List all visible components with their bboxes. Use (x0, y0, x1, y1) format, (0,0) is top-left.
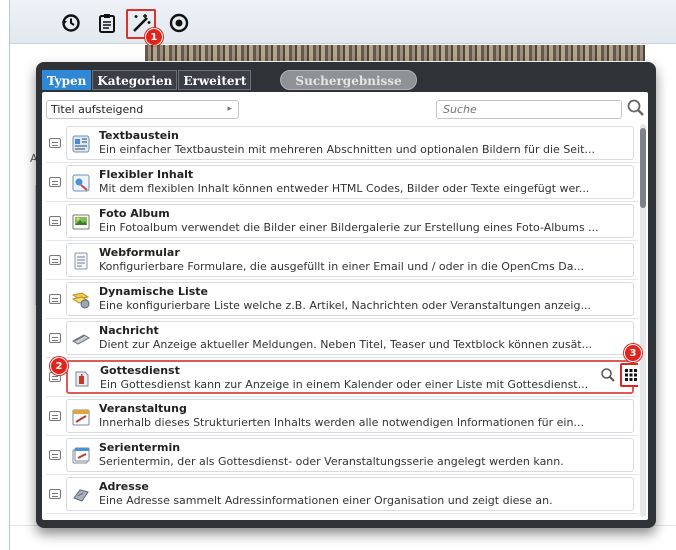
tab-erweitert[interactable]: Erweitert (178, 70, 252, 90)
item-description: Ein einfacher Textbaustein mit mehreren … (99, 143, 595, 156)
clipboard-button[interactable] (94, 10, 120, 36)
item-card[interactable]: Textbaustein Ein einfacher Textbaustein … (66, 126, 634, 160)
item-description: Eine Adresse sammelt Adressinformationen… (99, 494, 553, 507)
list-item[interactable]: Foto Album Ein Fotoalbum verwendet die B… (46, 202, 638, 241)
service-icon (75, 371, 89, 387)
drag-handle-icon[interactable] (49, 177, 61, 187)
drag-handle-icon[interactable] (49, 411, 61, 421)
item-title: Veranstaltung (99, 402, 187, 415)
drag-handle-icon[interactable] (49, 450, 61, 460)
callout-marker-3: 3 (624, 344, 642, 362)
circle-target-icon (169, 13, 189, 33)
item-card[interactable]: Dynamische Liste Eine konfigurierbare Li… (66, 282, 634, 316)
scrollbar-thumb[interactable] (640, 128, 646, 208)
news-icon (72, 334, 90, 345)
clipboard-icon (99, 14, 115, 33)
item-description: Ein Fotoalbum verwendet die Bilder einer… (99, 221, 599, 234)
drag-handle-icon[interactable] (49, 489, 61, 499)
tab-kategorien[interactable]: Kategorien (92, 70, 178, 90)
item-card[interactable]: Adresse Eine Adresse sammelt Adressinfor… (66, 477, 634, 511)
list-item[interactable]: Webformular Konfigurierbare Formulare, d… (46, 241, 638, 280)
list-item[interactable]: Adresse Eine Adresse sammelt Adressinfor… (46, 475, 638, 514)
content-type-list: Textbaustein Ein einfacher Textbaustein … (46, 124, 638, 517)
webform-icon (74, 252, 88, 270)
item-card[interactable]: Serientermin Serientermin, der als Gotte… (66, 438, 634, 472)
item-title: Serientermin (99, 441, 181, 454)
item-card[interactable]: Flexibler Inhalt Mit dem flexiblen Inhal… (66, 165, 634, 199)
tab-typen[interactable]: Typen (42, 70, 92, 90)
dynamic-list-icon (72, 292, 90, 309)
callout-marker-1: 1 (145, 28, 163, 46)
list-item[interactable]: Veranstaltung Innerhalb dieses Strukturi… (46, 397, 638, 436)
series-event-icon (72, 447, 90, 464)
list-item[interactable]: Flexibler Inhalt Mit dem flexiblen Inhal… (46, 163, 638, 202)
sort-select[interactable]: Titel aufsteigend ▸ (46, 100, 239, 119)
photo-album-icon (72, 214, 90, 230)
tab-suchergebnisse[interactable]: Suchergebnisse (280, 70, 417, 90)
search-button[interactable] (626, 98, 646, 121)
item-description: Innerhalb dieses Strukturierten Inhalts … (99, 416, 584, 429)
item-card[interactable]: Webformular Konfigurierbare Formulare, d… (66, 243, 634, 277)
grid-menu-button[interactable] (620, 363, 638, 387)
item-description: Mit dem flexiblen Inhalt können entweder… (99, 182, 590, 195)
chevron-right-icon: ▸ (227, 104, 232, 114)
item-description: Konfigurierbare Formulare, die ausgefüll… (99, 260, 584, 273)
item-description: Serientermin, der als Gottesdienst- oder… (99, 455, 564, 468)
item-description: Ein Gottesdienst kann zur Anzeige in ein… (100, 378, 589, 391)
drag-handle-icon[interactable] (49, 216, 61, 226)
item-title: Adresse (99, 480, 149, 493)
grid-icon (625, 369, 637, 381)
item-card[interactable]: Gottesdienst Ein Gottesdienst kann zur A… (66, 360, 634, 394)
address-icon (73, 489, 89, 502)
item-tools (600, 363, 638, 389)
list-item[interactable]: Nachricht Dient zur Anzeige aktueller Me… (46, 319, 638, 358)
history-icon (62, 14, 80, 32)
search-icon (627, 99, 644, 116)
item-title: Textbaustein (99, 129, 179, 142)
flexible-content-icon (72, 174, 90, 192)
item-description: Eine konfigurierbare Liste welche z.B. A… (99, 299, 591, 312)
list-item-highlighted[interactable]: Gottesdienst Ein Gottesdienst kann zur A… (46, 358, 638, 397)
content-type-panel: Titel aufsteigend ▸ Textbaustein (42, 92, 648, 520)
search-input[interactable] (436, 100, 622, 119)
item-title: Gottesdienst (100, 364, 180, 377)
event-icon (72, 409, 90, 426)
drag-handle-icon[interactable] (49, 294, 61, 304)
target-button[interactable] (166, 10, 192, 36)
text-module-icon (72, 135, 90, 153)
list-scrollbar[interactable] (640, 124, 646, 517)
list-item[interactable]: Dynamische Liste Eine konfigurierbare Li… (46, 280, 638, 319)
item-title: Foto Album (99, 207, 170, 220)
item-description: Dient zur Anzeige aktueller Meldungen. N… (99, 338, 593, 351)
list-item[interactable]: Textbaustein Ein einfacher Textbaustein … (46, 124, 638, 163)
drag-handle-icon[interactable] (49, 333, 61, 343)
search-icon (601, 368, 615, 382)
history-button[interactable] (58, 10, 84, 36)
list-item[interactable]: Serientermin Serientermin, der als Gotte… (46, 436, 638, 475)
drag-handle-icon[interactable] (49, 138, 61, 148)
preview-button[interactable] (600, 367, 616, 386)
item-card[interactable]: Veranstaltung Innerhalb dieses Strukturi… (66, 399, 634, 433)
item-title: Dynamische Liste (99, 285, 209, 298)
item-title: Nachricht (99, 324, 159, 337)
item-title: Flexibler Inhalt (99, 168, 194, 181)
sort-select-value: Titel aufsteigend (51, 103, 144, 116)
item-card[interactable]: Foto Album Ein Fotoalbum verwendet die B… (66, 204, 634, 238)
drag-handle-icon[interactable] (49, 255, 61, 265)
dialog-tabs: Typen Kategorien Erweitert Suchergebniss… (42, 70, 418, 92)
item-card[interactable]: Nachricht Dient zur Anzeige aktueller Me… (66, 321, 634, 355)
item-title: Webformular (99, 246, 180, 259)
header-image-strip (145, 45, 645, 61)
callout-marker-2: 2 (50, 357, 68, 375)
add-content-dialog: Typen Kategorien Erweitert Suchergebniss… (36, 62, 656, 528)
